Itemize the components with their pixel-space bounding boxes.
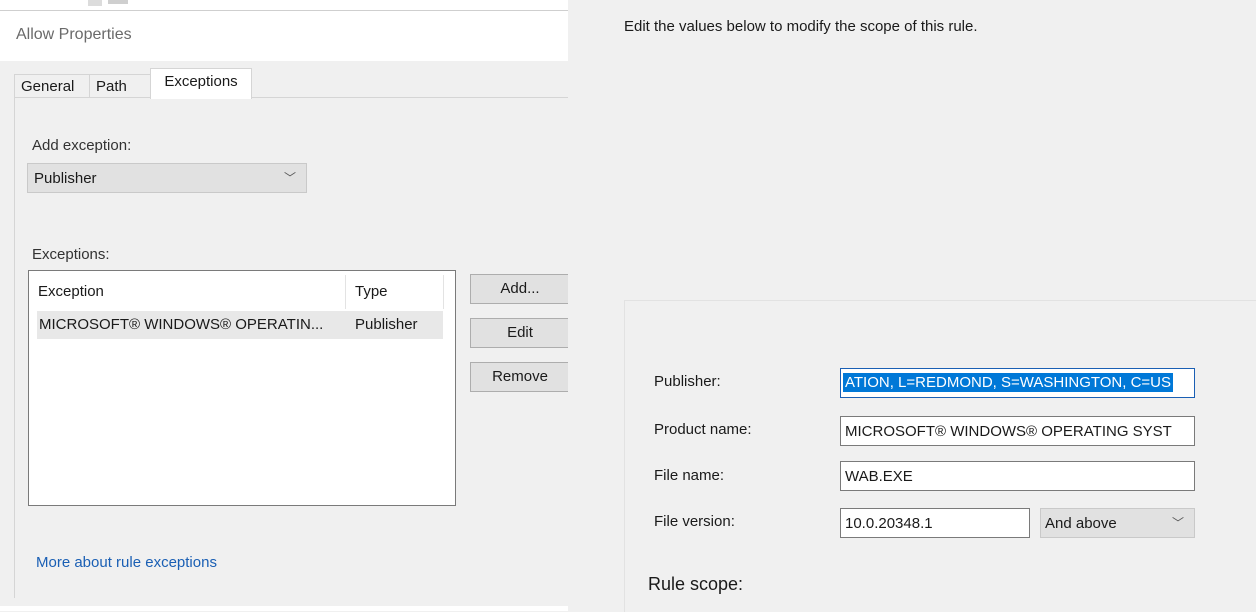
- scope-header-area: [568, 0, 1256, 300]
- exception-type-dropdown[interactable]: Publisher ﹀: [27, 163, 307, 193]
- rule-fields-panel: [624, 300, 1256, 612]
- allow-properties-dialog: Allow Properties General Path Exceptions…: [0, 0, 575, 611]
- product-name-field[interactable]: MICROSOFT® WINDOWS® OPERATING SYST: [840, 416, 1195, 446]
- background-window-strip: [0, 0, 568, 10]
- list-item[interactable]: MICROSOFT® WINDOWS® OPERATIN... Publishe…: [37, 311, 443, 339]
- publisher-value: ATION, L=REDMOND, S=WASHINGTON, C=US: [843, 373, 1174, 392]
- column-divider[interactable]: [443, 275, 444, 309]
- file-version-label: File version:: [654, 513, 735, 530]
- column-header-type[interactable]: Type: [355, 283, 388, 300]
- exceptions-label: Exceptions:: [32, 246, 110, 263]
- publisher-label: Publisher:: [654, 373, 721, 390]
- publisher-field[interactable]: ATION, L=REDMOND, S=WASHINGTON, C=US: [840, 368, 1195, 398]
- exception-type-value: Publisher: [34, 170, 97, 187]
- product-name-label: Product name:: [654, 421, 752, 438]
- version-mode-value: And above: [1045, 515, 1117, 532]
- add-exception-button[interactable]: Add...: [470, 274, 570, 304]
- column-header-exception[interactable]: Exception: [38, 283, 104, 300]
- edit-exception-button[interactable]: Edit: [470, 318, 570, 348]
- column-divider[interactable]: [345, 275, 346, 309]
- dialog-title-bar: Allow Properties: [0, 10, 568, 61]
- dialog-title: Allow Properties: [16, 26, 132, 43]
- add-exception-label: Add exception:: [32, 137, 132, 154]
- chevron-down-icon: ﹀: [1171, 516, 1184, 530]
- version-mode-dropdown[interactable]: And above ﹀: [1040, 508, 1195, 538]
- tab-general[interactable]: General: [14, 74, 90, 98]
- more-about-rule-exceptions-link[interactable]: More about rule exceptions: [36, 554, 217, 571]
- product-name-value: MICROSOFT® WINDOWS® OPERATING SYST: [845, 423, 1172, 440]
- rule-scope-heading: Rule scope:: [648, 574, 744, 594]
- exceptions-list[interactable]: Exception Type MICROSOFT® WINDOWS® OPERA…: [28, 270, 456, 506]
- file-name-label: File name:: [654, 467, 725, 484]
- background-fragment: [88, 0, 102, 6]
- tab-exceptions[interactable]: Exceptions: [150, 68, 252, 99]
- chevron-down-icon: ﹀: [283, 171, 296, 185]
- scope-description: Edit the values below to modify the scop…: [624, 18, 978, 35]
- remove-exception-button[interactable]: Remove: [470, 362, 570, 392]
- file-name-value: WAB.EXE: [845, 468, 913, 485]
- exception-cell: MICROSOFT® WINDOWS® OPERATIN...: [39, 316, 324, 333]
- background-fragment: [108, 0, 128, 4]
- file-name-field[interactable]: WAB.EXE: [840, 461, 1195, 491]
- tab-path[interactable]: Path: [89, 74, 151, 98]
- dialog-bottom-edge: [0, 606, 568, 611]
- rule-scope-pane: Edit the values below to modify the scop…: [568, 0, 1256, 612]
- type-cell: Publisher: [355, 316, 418, 333]
- file-version-field[interactable]: 10.0.20348.1: [840, 508, 1030, 538]
- file-version-value: 10.0.20348.1: [845, 515, 933, 532]
